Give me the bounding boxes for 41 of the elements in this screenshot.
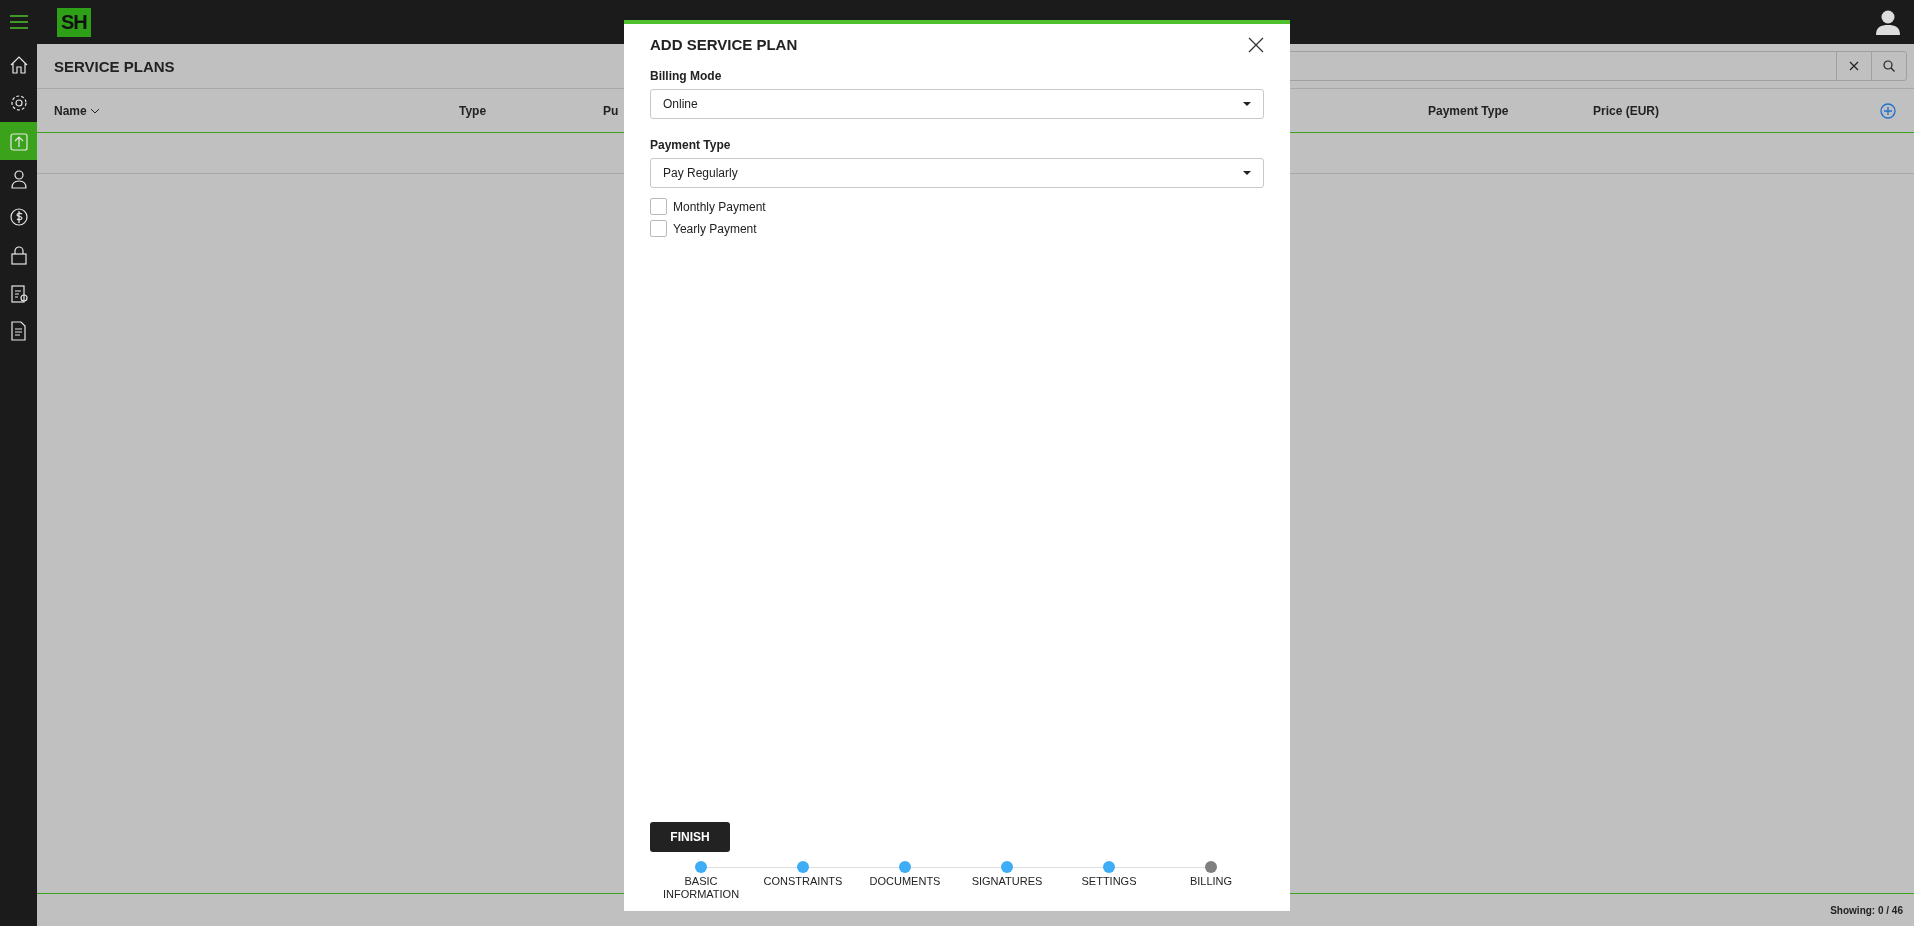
search-icon: [1883, 60, 1895, 72]
upload-icon: [9, 131, 28, 151]
field-label: Billing Mode: [650, 69, 723, 83]
user-icon: [9, 169, 28, 189]
sort-caret-icon: [89, 107, 100, 114]
close-icon[interactable]: [1248, 36, 1264, 53]
clipboard-icon: [9, 283, 28, 303]
close-icon: [1849, 61, 1859, 71]
step-label[interactable]: SETTINGS: [1069, 875, 1149, 889]
column-header: Type: [459, 103, 487, 118]
document-icon: [9, 321, 28, 341]
checkbox-label: Monthly Payment: [673, 199, 766, 214]
menu-icon[interactable]: [9, 15, 28, 29]
logo[interactable]: SH: [57, 7, 91, 37]
lock-icon: [9, 245, 28, 265]
settings-icon: [9, 93, 28, 113]
finish-button[interactable]: FINISH: [650, 822, 730, 852]
step-label[interactable]: BASIC INFORMATION: [661, 875, 741, 902]
page-title: SERVICE PLANS: [54, 57, 175, 75]
modal-title: ADD SERVICE PLAN: [650, 36, 798, 53]
caret-icon: [1243, 171, 1251, 175]
step-label[interactable]: DOCUMENTS: [865, 875, 945, 889]
dropdown[interactable]: Pay Regularly: [650, 158, 1264, 188]
dropdown[interactable]: Online: [650, 89, 1264, 119]
dollar-icon: [9, 207, 28, 227]
add-icon[interactable]: [1880, 102, 1896, 119]
column-header: Pu: [603, 103, 619, 118]
showing-count: Showing: 0 / 46: [1830, 904, 1903, 916]
checkbox-label: Yearly Payment: [673, 221, 757, 236]
user-avatar-icon[interactable]: [1876, 9, 1900, 35]
field-label: Payment Type: [650, 138, 732, 152]
column-header[interactable]: Name: [54, 103, 100, 118]
step-label[interactable]: SIGNATURES: [967, 875, 1047, 889]
column-header: Payment Type: [1428, 103, 1509, 118]
step-label[interactable]: CONSTRAINTS: [763, 875, 843, 889]
caret-icon: [1243, 102, 1251, 106]
checkbox[interactable]: [650, 198, 667, 215]
column-header: Price (EUR): [1593, 103, 1660, 118]
checkbox[interactable]: [650, 220, 667, 237]
home-icon: [9, 55, 28, 75]
step-label[interactable]: BILLING: [1171, 875, 1251, 889]
